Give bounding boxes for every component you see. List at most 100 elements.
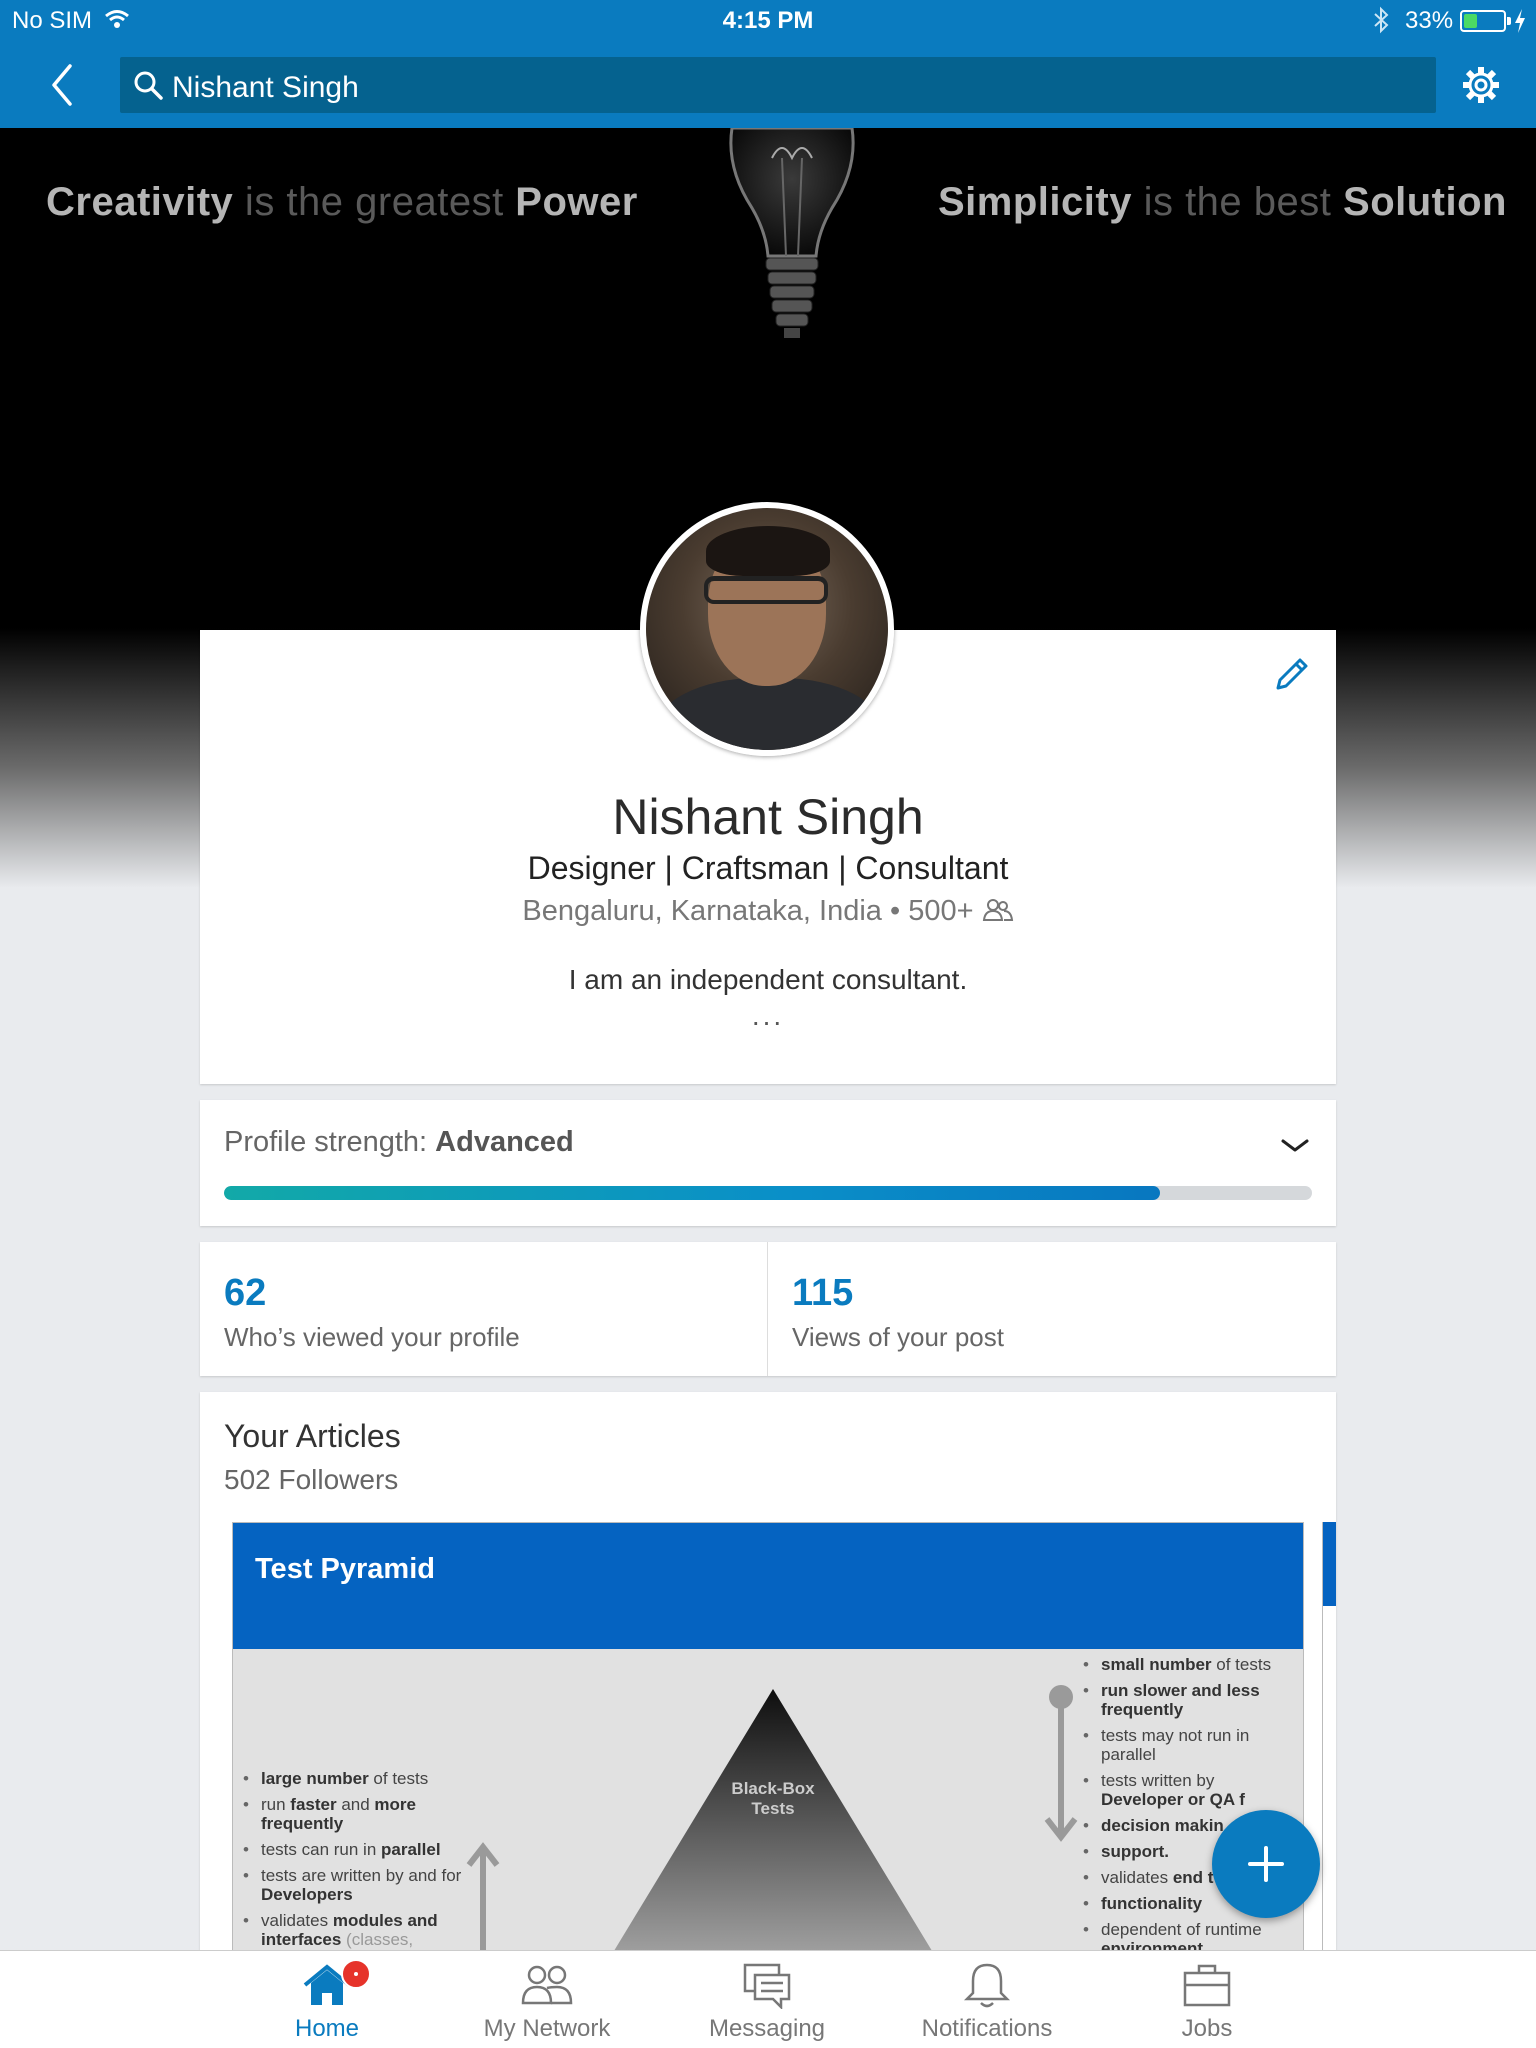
profile-summary: I am an independent consultant.	[568, 964, 968, 995]
post-views-stat[interactable]: 115 Views of your post	[768, 1242, 1336, 1376]
banner-quote-right: Simplicity is the best Solution	[938, 180, 1507, 225]
quote-right-word2: Solution	[1343, 180, 1507, 224]
right-item-text: Developer or QA f	[1101, 1790, 1245, 1809]
article-left-list: large number of tests run faster and more…	[241, 1769, 471, 1952]
quote-left-word1: Creativity	[46, 180, 234, 224]
bottom-tab-bar: Home My Network Messaging Notifications …	[0, 1950, 1536, 2048]
left-item-text: (classes,	[341, 1930, 414, 1949]
banner-quote-left: Creativity is the greatest Power	[46, 180, 638, 225]
tab-home[interactable]: Home	[237, 1951, 417, 2048]
articles-followers[interactable]: 502 Followers	[224, 1464, 398, 1496]
tab-jobs[interactable]: Jobs	[1117, 1951, 1297, 2048]
article-tile-header: Test Pyramid	[233, 1523, 1303, 1649]
tab-my-network-label: My Network	[483, 2015, 611, 2042]
left-item-text: large number	[261, 1769, 369, 1788]
articles-card: Your Articles 502 Followers Test Pyramid…	[200, 1392, 1336, 1952]
profile-location: Bengaluru, Karnataka, India	[522, 895, 882, 927]
battery-icon	[1460, 10, 1511, 32]
connections-count[interactable]: 500+	[908, 895, 973, 927]
tab-my-network[interactable]: My Network	[457, 1951, 637, 2048]
profile-strength-level: Advanced	[435, 1126, 574, 1158]
tab-notifications[interactable]: Notifications	[897, 1951, 1077, 2048]
left-item: large number of tests	[241, 1769, 471, 1788]
see-more-button[interactable]: ...	[200, 1000, 1336, 1032]
profile-headline: Designer | Craftsman | Consultant	[527, 850, 1009, 886]
left-item-text: faster	[290, 1795, 337, 1814]
back-chevron-icon[interactable]	[44, 60, 84, 110]
stats-card: 62 Who’s viewed your profile 115 Views o…	[200, 1242, 1336, 1376]
profile-strength-label: Profile strength: Advanced	[224, 1126, 574, 1159]
profile-strength-prefix: Profile strength:	[224, 1126, 436, 1158]
profile-strength-fill	[224, 1186, 1160, 1200]
next-article-header	[1323, 1522, 1336, 1606]
post-views-label: Views of your post	[792, 1322, 1004, 1352]
search-icon	[134, 71, 163, 100]
profile-views-count: 62	[224, 1272, 267, 1314]
left-item-text: and	[336, 1795, 375, 1814]
charging-icon	[1515, 9, 1525, 33]
bell-icon	[963, 1963, 1011, 2008]
right-item-text: of tests	[1211, 1655, 1272, 1674]
left-item-text: validates	[261, 1911, 333, 1930]
right-item-text: small number	[1101, 1655, 1212, 1674]
battery-level	[1464, 14, 1477, 28]
profile-name: Nishant Singh	[612, 789, 924, 845]
left-item: run faster and more frequently	[241, 1795, 471, 1833]
right-item-text: dependent of runtime	[1101, 1920, 1262, 1939]
profile-strength-card[interactable]: Profile strength: Advanced	[200, 1100, 1336, 1226]
quote-left-mid: is the greatest	[233, 180, 516, 224]
right-item-text: tests may not run in parallel	[1101, 1726, 1250, 1764]
profile-views-stat[interactable]: 62 Who’s viewed your profile	[200, 1242, 768, 1376]
avatar-shirt	[654, 678, 884, 750]
notification-badge	[341, 1959, 371, 1989]
avatar[interactable]	[640, 502, 894, 756]
compose-fab-button[interactable]	[1212, 1810, 1320, 1918]
right-item-text: end t	[1172, 1868, 1214, 1887]
right-item: small number of tests	[1081, 1655, 1291, 1674]
tab-notifications-label: Notifications	[921, 2015, 1053, 2042]
briefcase-icon	[1183, 1964, 1231, 2007]
right-item: tests may not run in parallel	[1081, 1726, 1291, 1764]
test-pyramid-diagram	[613, 1689, 933, 1952]
arrow-down-icon	[1044, 1685, 1078, 1842]
right-item: run slower and less frequently	[1081, 1681, 1291, 1719]
tab-jobs-label: Jobs	[1181, 2015, 1233, 2042]
left-item-text: of tests	[368, 1769, 429, 1788]
left-item-text: parallel	[381, 1840, 441, 1859]
profile-views-label: Who’s viewed your profile	[224, 1322, 520, 1352]
clock: 4:15 PM	[722, 7, 814, 34]
right-item-text: functionality	[1101, 1894, 1203, 1913]
profile-location-row: Bengaluru, Karnataka, India • 500+	[200, 895, 1336, 928]
next-article-tile[interactable]	[1322, 1522, 1336, 1952]
gear-icon[interactable]	[1458, 62, 1504, 108]
left-item-text: run	[261, 1795, 291, 1814]
bluetooth-icon	[1374, 6, 1389, 34]
left-item-text: Developers	[261, 1885, 353, 1904]
battery-percent: 33%	[1405, 7, 1454, 34]
tab-messaging[interactable]: Messaging	[677, 1951, 857, 2048]
pencil-icon[interactable]	[1272, 654, 1312, 694]
quote-right-word1: Simplicity	[938, 180, 1132, 224]
post-views-count: 115	[792, 1272, 854, 1314]
right-item: tests written by Developer or QA f	[1081, 1771, 1291, 1809]
search-input[interactable]: Nishant Singh	[120, 57, 1436, 113]
left-item: validates modules and interfaces (classe…	[241, 1911, 471, 1949]
tab-messaging-label: Messaging	[708, 2015, 826, 2042]
status-bar: No SIM 4:15 PM 33%	[0, 0, 1536, 42]
right-item: dependent of runtime environment	[1081, 1920, 1291, 1952]
profile-strength-bar	[224, 1186, 1312, 1200]
app-root: No SIM 4:15 PM 33% Nishant Singh Creativ…	[0, 0, 1536, 2048]
right-item-text: support.	[1101, 1842, 1169, 1861]
article-tile[interactable]: Test Pyramid large number of tests run fa…	[232, 1522, 1304, 1952]
nav-bar: Nishant Singh	[0, 42, 1536, 128]
chevron-down-icon[interactable]	[1280, 1136, 1310, 1156]
left-item-text: tests are written by and for	[261, 1866, 462, 1885]
battery-nub	[1507, 17, 1511, 25]
right-item-text: validates	[1101, 1868, 1173, 1887]
right-item-text: decision makin	[1101, 1816, 1224, 1835]
quote-left-word2: Power	[515, 180, 638, 224]
avatar-hair	[706, 526, 830, 576]
tab-home-label: Home	[294, 2015, 360, 2042]
plus-icon	[1248, 1846, 1284, 1882]
left-item: tests are written by and for Developers	[241, 1866, 471, 1904]
